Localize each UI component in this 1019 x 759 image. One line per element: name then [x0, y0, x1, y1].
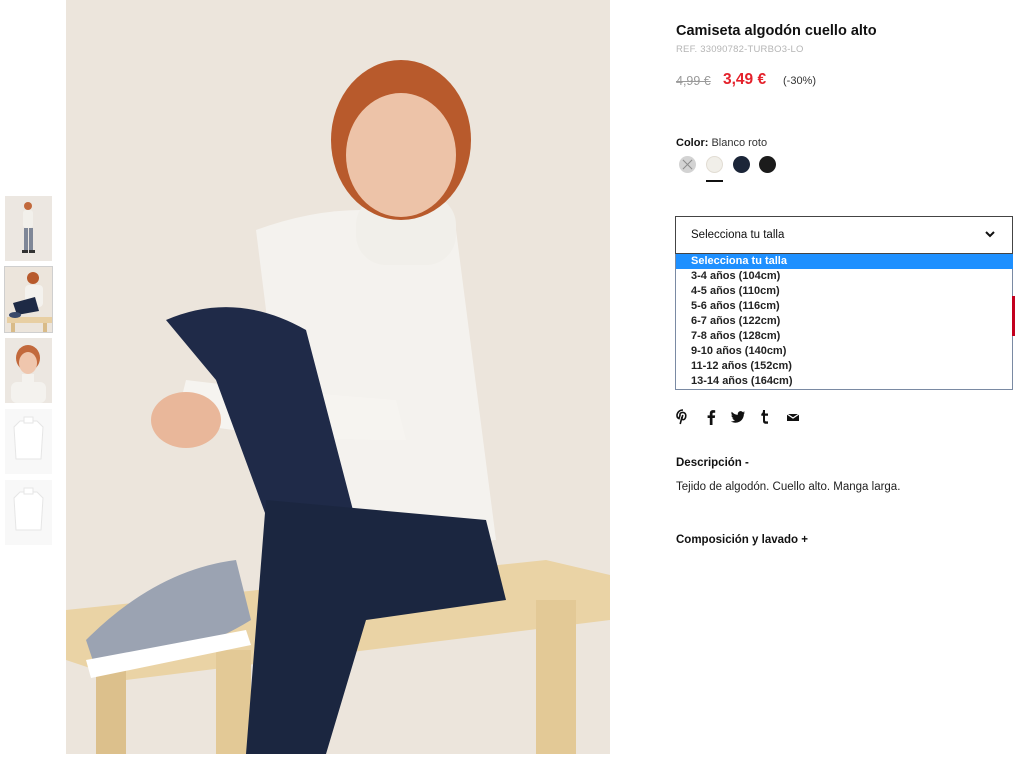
product-reference: REF. 33090782-TURBO3-LO [676, 44, 804, 55]
thumbnail-image [5, 338, 52, 403]
size-select-value: Selecciona tu talla [691, 229, 785, 241]
size-option-11-12[interactable]: 11-12 años (152cm) [676, 359, 1013, 374]
selected-color-name: Blanco roto [711, 137, 768, 149]
email-icon[interactable] [786, 409, 802, 425]
chevron-down-icon [985, 231, 995, 238]
thumbnail-4[interactable] [5, 409, 52, 474]
selected-swatch-indicator [706, 180, 723, 182]
color-swatch-blanco-roto[interactable] [706, 156, 723, 173]
description-text: Tejido de algodón. Cuello alto. Manga la… [676, 481, 901, 493]
composition-heading[interactable]: Composición y lavado + [676, 534, 808, 546]
main-product-image [66, 0, 610, 754]
size-option-13-14[interactable]: 13-14 años (164cm) [676, 374, 1013, 389]
size-option-5-6[interactable]: 5-6 años (116cm) [676, 299, 1013, 314]
size-select[interactable]: Selecciona tu talla [675, 216, 1013, 254]
thumbnail-1[interactable] [5, 196, 52, 261]
thumbnail-5[interactable] [5, 480, 52, 545]
discount-badge: (-30%) [783, 75, 817, 87]
thumbnail-image [5, 267, 52, 332]
tumblr-icon[interactable] [759, 409, 775, 425]
color-swatch-black[interactable] [759, 156, 776, 173]
thumbnail-3[interactable] [5, 338, 52, 403]
thumbnail-2[interactable] [4, 266, 53, 333]
size-option-placeholder[interactable]: Selecciona tu talla [676, 254, 1013, 269]
color-label: Color: [676, 137, 709, 149]
product-title: Camiseta algodón cuello alto [676, 23, 877, 39]
description-heading[interactable]: Descripción - [676, 457, 749, 469]
add-to-cart-button-edge[interactable] [1012, 296, 1015, 336]
size-option-9-10[interactable]: 9-10 años (140cm) [676, 344, 1013, 359]
size-dropdown-list: Selecciona tu talla 3-4 años (104cm) 4-5… [675, 254, 1013, 390]
thumbnail-image [5, 480, 52, 545]
thumbnail-image [5, 409, 52, 474]
color-swatch-unavailable[interactable] [679, 156, 696, 173]
size-option-4-5[interactable]: 4-5 años (110cm) [676, 284, 1013, 299]
old-price: 4,99 € [676, 74, 711, 88]
pinterest-icon[interactable] [676, 409, 692, 425]
facebook-icon[interactable] [705, 409, 721, 425]
color-selector-label: Color: Blanco roto [676, 137, 767, 149]
size-option-6-7[interactable]: 6-7 años (122cm) [676, 314, 1013, 329]
twitter-icon[interactable] [730, 409, 746, 425]
color-swatch-navy[interactable] [733, 156, 750, 173]
size-option-3-4[interactable]: 3-4 años (104cm) [676, 269, 1013, 284]
sale-price: 3,49 € [723, 71, 767, 88]
thumbnail-image [5, 196, 52, 261]
size-option-7-8[interactable]: 7-8 años (128cm) [676, 329, 1013, 344]
product-photo [66, 0, 610, 754]
